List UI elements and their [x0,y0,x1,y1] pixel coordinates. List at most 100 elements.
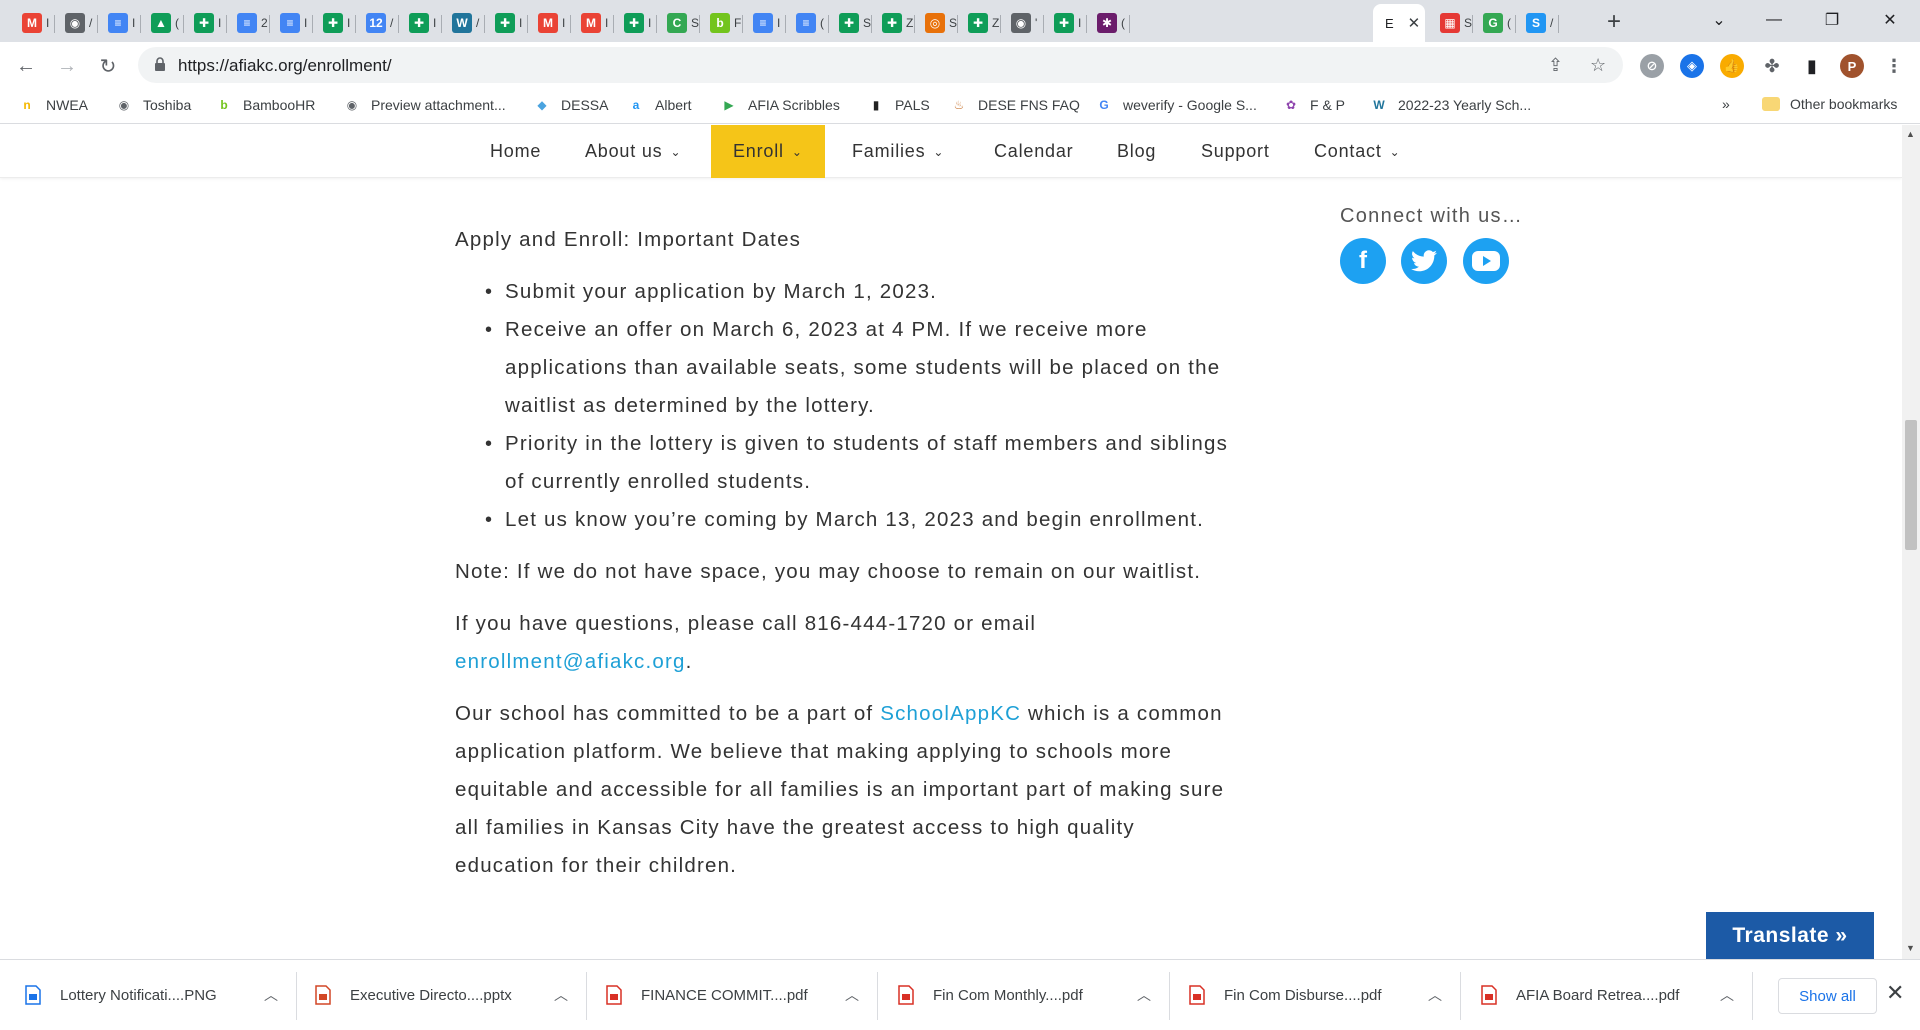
nwea-icon: n [23,98,31,112]
browser-tab[interactable]: ✚ Z [958,6,1001,40]
download-item[interactable]: Fin Com Monthly....pdf ︿ [897,974,1177,1016]
minimize-button[interactable]: — [1745,0,1803,40]
tab-search-icon[interactable]: ⌄ [1690,0,1748,40]
bookmark-star-icon[interactable]: ☆ [1590,55,1606,76]
bookmark-item[interactable]: ◆ DESSA [533,96,608,114]
nav-item-contact[interactable]: Contact ⌄ [1314,125,1401,178]
other-bookmarks[interactable]: Other bookmarks [1762,96,1897,112]
bookmark-item[interactable]: n NWEA [18,96,88,114]
translate-button[interactable]: Translate » [1706,912,1874,959]
schoolappkc-link[interactable]: SchoolAppKC [880,702,1021,725]
browser-tab[interactable]: ✚ Z [872,6,915,40]
chevron-up-icon[interactable]: ︿ [264,985,278,1005]
browser-tab[interactable]: ≡ 2 [227,6,270,40]
profile-avatar[interactable]: P [1840,54,1864,78]
browser-tab[interactable]: ✚ I [313,6,356,40]
forward-button[interactable]: → [53,52,81,80]
nav-item-families[interactable]: Families ⌄ [852,125,944,178]
sheets-icon: ✚ [1054,13,1074,33]
side-panel-icon[interactable]: ▮ [1800,54,1824,78]
chevron-up-icon[interactable]: ︿ [554,985,568,1005]
active-tab[interactable]: E ✕ [1373,4,1425,42]
bookmarks-overflow-button[interactable]: » [1722,96,1730,112]
browser-tab[interactable]: ◎ S [915,6,958,40]
bookmark-item[interactable]: ✿ F & P [1282,96,1345,114]
scroll-thumb[interactable] [1905,420,1917,550]
chevron-up-icon[interactable]: ︿ [1428,985,1442,1005]
download-item[interactable]: Lottery Notificati....PNG ︿ [24,974,304,1016]
nav-item-enroll[interactable]: Enroll ⌄ [711,125,825,178]
extension-thumb-icon[interactable]: 👍 [1720,54,1744,78]
close-shelf-icon[interactable]: ✕ [1886,980,1904,1006]
download-item[interactable]: FINANCE COMMIT....pdf ︿ [605,974,885,1016]
bookmark-item[interactable]: ◉ Preview attachment... [343,96,506,114]
chevron-up-icon[interactable]: ︿ [1137,985,1151,1005]
show-all-downloads-button[interactable]: Show all [1778,978,1877,1014]
browser-tab[interactable]: G( [1473,6,1516,40]
nav-item-support[interactable]: Support [1201,125,1270,178]
nav-item-calendar[interactable]: Calendar [994,125,1073,178]
browser-tab[interactable]: W / [442,6,485,40]
twitter-icon[interactable] [1401,238,1447,284]
bookmark-item[interactable]: ♨ DESE FNS FAQ [950,96,1080,114]
browser-tab[interactable]: ≡( [786,6,829,40]
browser-tab[interactable]: ✱( [1087,6,1130,40]
nav-item-about-us[interactable]: About us ⌄ [585,125,681,178]
scroll-down-icon[interactable]: ▼ [1906,943,1915,953]
browser-tab[interactable]: ▲( [141,6,184,40]
browser-tab[interactable]: MI [528,6,571,40]
bookmark-item[interactable]: ▮ PALS [867,96,930,114]
chevron-up-icon[interactable]: ︿ [845,985,859,1005]
bookmark-item[interactable]: a Albert [627,96,692,114]
browser-tab[interactable]: ≡ I [98,6,141,40]
browser-tab[interactable]: ≡ I [743,6,786,40]
extensions-puzzle-icon[interactable]: ✤ [1760,54,1784,78]
browser-tab[interactable]: ✚ I [399,6,442,40]
extension-shield-icon[interactable]: ⊘ [1640,54,1664,78]
close-window-button[interactable]: ✕ [1861,0,1919,40]
browser-tab[interactable]: bF [700,6,743,40]
scroll-up-icon[interactable]: ▲ [1906,129,1915,139]
active-tab-title: E [1385,15,1394,31]
browser-tab[interactable]: ◉ ' [1001,6,1044,40]
reload-button[interactable]: ↻ [94,52,122,80]
browser-tab[interactable]: ◉ / [55,6,98,40]
browser-tab[interactable]: ▦ S [1430,6,1473,40]
bookmark-item[interactable]: b BambooHR [215,96,315,114]
close-tab-icon[interactable]: ✕ [1408,14,1421,32]
address-bar[interactable]: https://afiakc.org/enrollment/ ⇪ ☆ [138,47,1623,83]
share-icon[interactable]: ⇪ [1548,55,1563,76]
browser-tab[interactable]: ✚ I [184,6,227,40]
bookmark-item[interactable]: Gweverify - Google S... [1095,96,1257,114]
browser-tab[interactable]: ✚ I [485,6,528,40]
new-tab-button[interactable]: + [1600,8,1628,36]
youtube-icon[interactable] [1463,238,1509,284]
enrollment-email-link[interactable]: enrollment@afiakc.org [455,650,686,673]
browser-tab[interactable]: 12 / [356,6,399,40]
facebook-icon[interactable]: f [1340,238,1386,284]
browser-tab[interactable]: CS [657,6,700,40]
chevron-up-icon[interactable]: ︿ [1720,985,1734,1005]
browser-tab[interactable]: MI [571,6,614,40]
page-scrollbar[interactable]: ▲ ▼ [1902,125,1920,959]
browser-menu-icon[interactable]: ⋮ [1882,54,1906,78]
back-button[interactable]: ← [12,52,40,80]
bookmark-item[interactable]: W 2022-23 Yearly Sch... [1370,96,1531,114]
browser-tab[interactable]: ✚ S [829,6,872,40]
extension-vpn-icon[interactable]: ◈ [1680,54,1704,78]
pdf-file-icon [605,985,623,1005]
nav-item-home[interactable]: Home [490,125,541,178]
download-item[interactable]: AFIA Board Retrea....pdf ︿ [1480,974,1760,1016]
download-item[interactable]: Fin Com Disburse....pdf ︿ [1188,974,1468,1016]
nav-item-blog[interactable]: Blog [1117,125,1156,178]
bookmark-item[interactable]: ▶ AFIA Scribbles [720,96,839,114]
maximize-button[interactable]: ❐ [1803,0,1861,40]
browser-tab[interactable]: ✚ I [614,6,657,40]
browser-tab[interactable]: MI [12,6,55,40]
browser-tab[interactable]: ✚ I [1044,6,1087,40]
browser-tab[interactable]: S / [1516,6,1559,40]
browser-tab[interactable]: ≡ I [270,6,313,40]
tab-title: / [476,16,480,30]
download-item[interactable]: Executive Directo....pptx ︿ [314,974,594,1016]
bookmark-item[interactable]: ◉ Toshiba [115,96,192,114]
